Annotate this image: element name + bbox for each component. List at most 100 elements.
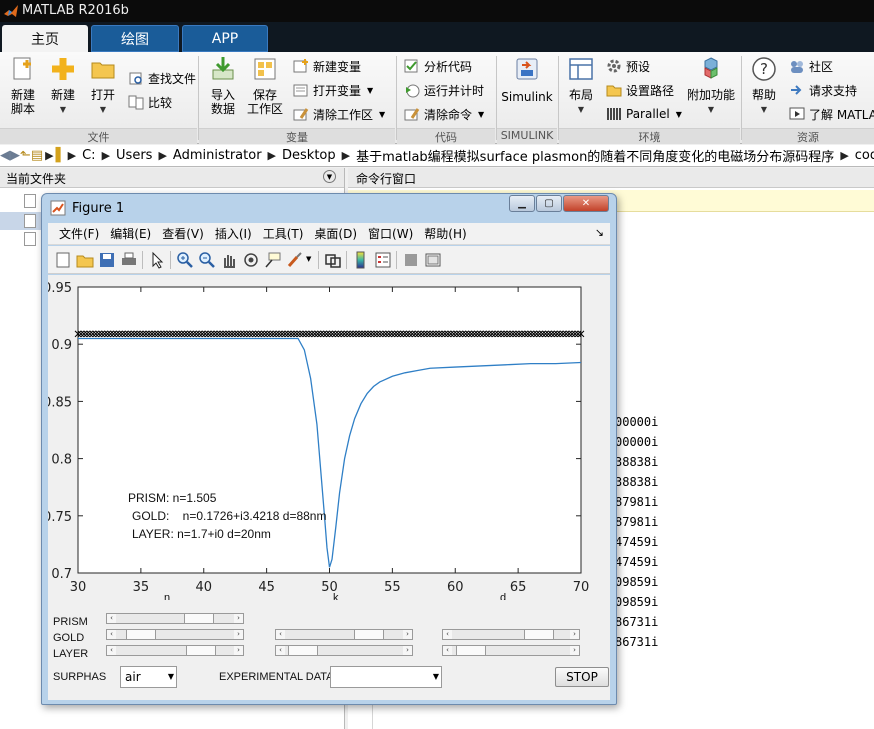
- breadcrumb-code-folder[interactable]: cod: [855, 148, 874, 163]
- clear-workspace-button[interactable]: 清除工作区 ▼: [293, 104, 385, 124]
- slider-left-arrow-icon[interactable]: ‹: [107, 646, 116, 655]
- slider-thumb[interactable]: [353, 630, 384, 639]
- run-and-time-button[interactable]: 运行并计时: [404, 80, 484, 100]
- zoom-in-icon[interactable]: [176, 251, 194, 269]
- slider-left-arrow-icon[interactable]: ‹: [443, 630, 452, 639]
- slider-right-arrow-icon[interactable]: ›: [403, 630, 412, 639]
- minimize-button[interactable]: ▁: [509, 195, 535, 212]
- slider-thumb[interactable]: [456, 646, 487, 655]
- compare-button[interactable]: 比较: [128, 92, 172, 112]
- browse-folder-icon[interactable]: ▤: [31, 148, 43, 163]
- tab-plots[interactable]: 绘图: [91, 25, 179, 52]
- breadcrumb-administrator[interactable]: Administrator: [173, 148, 262, 163]
- slider-thumb[interactable]: [287, 646, 318, 655]
- new-figure-icon[interactable]: [54, 251, 72, 269]
- breadcrumb-desktop[interactable]: Desktop: [282, 148, 336, 163]
- zoom-out-icon[interactable]: [198, 251, 216, 269]
- tab-apps[interactable]: APP: [182, 25, 268, 52]
- brush-icon[interactable]: [286, 251, 304, 269]
- slider-thumb[interactable]: [185, 646, 216, 655]
- slider-right-arrow-icon[interactable]: ›: [570, 646, 579, 655]
- simulink-button[interactable]: Simulink: [501, 56, 553, 104]
- show-plot-tools-icon[interactable]: [424, 251, 442, 269]
- slider-left-arrow-icon[interactable]: ‹: [276, 630, 285, 639]
- menu-tools[interactable]: 工具(T): [263, 225, 304, 242]
- learn-matlab-button[interactable]: 了解 MATLAB: [789, 104, 874, 124]
- dock-arrow-icon[interactable]: ↘: [595, 226, 604, 239]
- menu-view[interactable]: 查看(V): [162, 225, 204, 242]
- new-button[interactable]: 新建 ▼: [46, 56, 80, 117]
- breadcrumb-project-folder[interactable]: 基于matlab编程模拟surface plasmon的随着不同角度变化的电磁场…: [356, 146, 834, 165]
- link-plot-icon[interactable]: [324, 251, 342, 269]
- open-variable-button[interactable]: 打开变量 ▼: [293, 80, 373, 100]
- open-button[interactable]: 打开 ▼: [86, 56, 120, 117]
- slider-thumb[interactable]: [183, 614, 214, 623]
- slider-right-arrow-icon[interactable]: ›: [234, 630, 243, 639]
- experimental-data-dropdown[interactable]: ▼: [330, 666, 442, 688]
- hide-plot-tools-icon[interactable]: [402, 251, 420, 269]
- print-icon[interactable]: [120, 251, 138, 269]
- parallel-button[interactable]: Parallel ▼: [606, 104, 682, 124]
- slider-thumb[interactable]: [125, 630, 156, 639]
- parameter-slider[interactable]: ‹ ›: [275, 645, 413, 656]
- find-files-button[interactable]: 查找文件: [128, 68, 196, 88]
- surphas-dropdown[interactable]: air ▼: [120, 666, 177, 688]
- breadcrumb-users[interactable]: Users: [116, 148, 152, 163]
- brush-dropdown-icon[interactable]: ▼: [306, 255, 311, 263]
- parameter-slider[interactable]: ‹ ›: [442, 629, 580, 640]
- slider-left-arrow-icon[interactable]: ‹: [443, 646, 452, 655]
- close-button[interactable]: ✕: [563, 195, 609, 212]
- pan-hand-icon[interactable]: [220, 251, 238, 269]
- menu-insert[interactable]: 插入(I): [215, 225, 252, 242]
- slider-thumb[interactable]: [524, 630, 555, 639]
- parameter-slider[interactable]: ‹ ›: [106, 645, 244, 656]
- new-script-button[interactable]: 新建 脚本: [6, 56, 40, 116]
- slider-right-arrow-icon[interactable]: ›: [234, 646, 243, 655]
- community-button[interactable]: 社区: [789, 56, 833, 76]
- up-folder-icon[interactable]: ⬑: [20, 148, 31, 163]
- import-data-button[interactable]: 导入 数据: [205, 56, 241, 116]
- open-icon[interactable]: [76, 251, 94, 269]
- analyze-code-button[interactable]: 分析代码: [404, 56, 472, 76]
- request-support-button[interactable]: 请求支持: [789, 80, 857, 100]
- layout-button[interactable]: 布局 ▼: [563, 56, 599, 117]
- menu-help[interactable]: 帮助(H): [424, 225, 466, 242]
- menu-window[interactable]: 窗口(W): [368, 225, 413, 242]
- slider-left-arrow-icon[interactable]: ‹: [276, 646, 285, 655]
- slider-right-arrow-icon[interactable]: ›: [403, 646, 412, 655]
- tab-home[interactable]: 主页: [2, 25, 88, 52]
- file-icon[interactable]: [24, 194, 36, 208]
- parameter-slider[interactable]: ‹ ›: [106, 613, 244, 624]
- addons-button[interactable]: 附加功能 ▼: [686, 56, 736, 117]
- file-icon[interactable]: [24, 232, 36, 246]
- back-arrow-icon[interactable]: ◀: [0, 148, 10, 163]
- arrow-cursor-icon[interactable]: [148, 251, 166, 269]
- menu-edit[interactable]: 编辑(E): [110, 225, 151, 242]
- slider-right-arrow-icon[interactable]: ›: [234, 614, 243, 623]
- help-button[interactable]: ? 帮助 ▼: [747, 56, 781, 117]
- rotate-icon[interactable]: [242, 251, 260, 269]
- parameter-slider[interactable]: ‹ ›: [275, 629, 413, 640]
- current-folder-address-bar[interactable]: ◀ ▶ ⬑ ▤ ▶ ▌ ▶ C: ▶ Users ▶ Administrator…: [0, 145, 874, 167]
- colorbar-icon[interactable]: [352, 251, 370, 269]
- slider-left-arrow-icon[interactable]: ‹: [107, 630, 116, 639]
- stop-button[interactable]: STOP: [555, 667, 609, 687]
- clear-commands-button[interactable]: 清除命令 ▼: [404, 104, 484, 124]
- data-cursor-icon[interactable]: [264, 251, 282, 269]
- parameter-slider[interactable]: ‹ ›: [442, 645, 580, 656]
- figure-titlebar[interactable]: Figure 1: [50, 197, 124, 219]
- menu-desktop[interactable]: 桌面(D): [314, 225, 357, 242]
- legend-icon[interactable]: [374, 251, 392, 269]
- forward-arrow-icon[interactable]: ▶: [10, 148, 20, 163]
- breadcrumb-c[interactable]: C:: [82, 148, 95, 163]
- save-icon[interactable]: [98, 251, 116, 269]
- preferences-button[interactable]: 预设: [606, 56, 650, 76]
- new-variable-button[interactable]: 新建变量: [293, 56, 361, 76]
- parameter-slider[interactable]: ‹ ›: [106, 629, 244, 640]
- menu-file[interactable]: 文件(F): [59, 225, 99, 242]
- panel-options-icon[interactable]: ▼: [323, 170, 336, 183]
- set-path-button[interactable]: 设置路径: [606, 80, 674, 100]
- slider-right-arrow-icon[interactable]: ›: [570, 630, 579, 639]
- maximize-button[interactable]: ▢: [536, 195, 562, 212]
- save-workspace-button[interactable]: 保存 工作区: [246, 56, 284, 116]
